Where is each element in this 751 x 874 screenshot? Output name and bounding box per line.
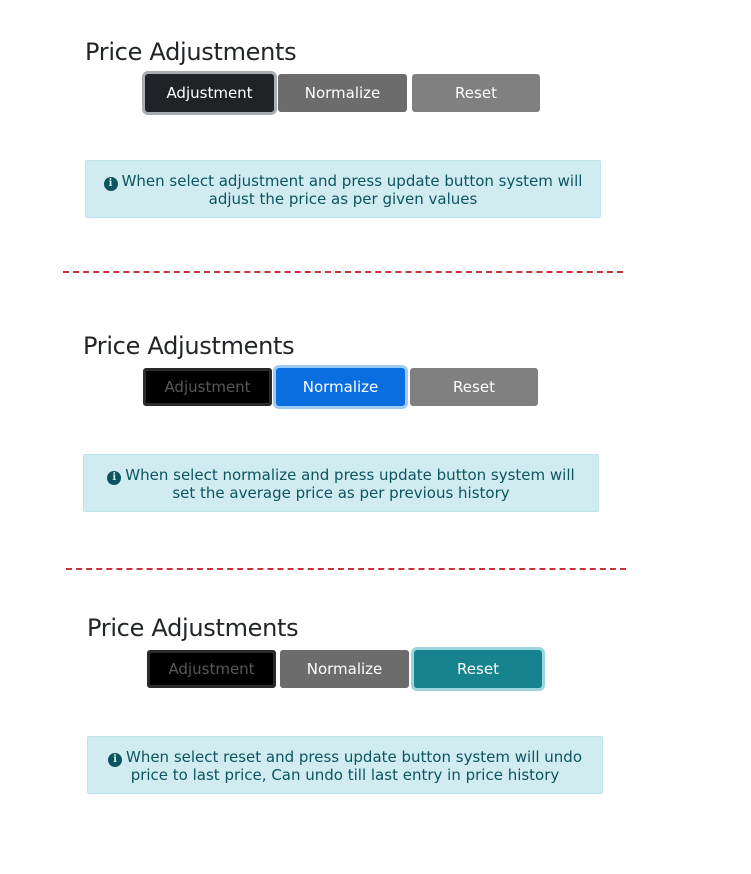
info-alert: i When select normalize and press update … (83, 454, 599, 512)
price-adjustments-panel-1: Price Adjustments (85, 38, 625, 66)
panel-title: Price Adjustments (85, 38, 297, 66)
section-divider (66, 568, 626, 570)
info-text: When select adjustment and press update … (121, 172, 583, 208)
adjustment-button-group-1: Adjustment Normalize Reset (145, 74, 545, 112)
adjustment-button-group-2: Adjustment Normalize Reset (143, 368, 543, 406)
info-text: When select normalize and press update b… (125, 466, 575, 502)
info-circle-icon: i (107, 471, 122, 485)
adjustment-button[interactable]: Adjustment (145, 74, 274, 112)
panel-title: Price Adjustments (83, 332, 295, 360)
price-adjustments-panel-3: Price Adjustments (87, 614, 627, 642)
info-alert: i When select adjustment and press update… (85, 160, 601, 218)
info-alert: i When select reset and press update butt… (87, 736, 603, 794)
adjustment-button[interactable]: Adjustment (147, 650, 276, 688)
adjustment-button-group-3: Adjustment Normalize Reset (147, 650, 547, 688)
reset-button[interactable]: Reset (414, 650, 542, 688)
info-circle-icon: i (103, 177, 118, 191)
info-circle-icon: i (107, 753, 122, 767)
section-divider (63, 271, 623, 273)
info-text: When select reset and press update butto… (125, 748, 583, 784)
normalize-button[interactable]: Normalize (276, 368, 405, 406)
normalize-button[interactable]: Normalize (278, 74, 407, 112)
panel-title: Price Adjustments (87, 614, 299, 642)
normalize-button[interactable]: Normalize (280, 650, 409, 688)
adjustment-button[interactable]: Adjustment (143, 368, 272, 406)
reset-button[interactable]: Reset (412, 74, 540, 112)
reset-button[interactable]: Reset (410, 368, 538, 406)
price-adjustments-panel-2: Price Adjustments (83, 332, 623, 360)
